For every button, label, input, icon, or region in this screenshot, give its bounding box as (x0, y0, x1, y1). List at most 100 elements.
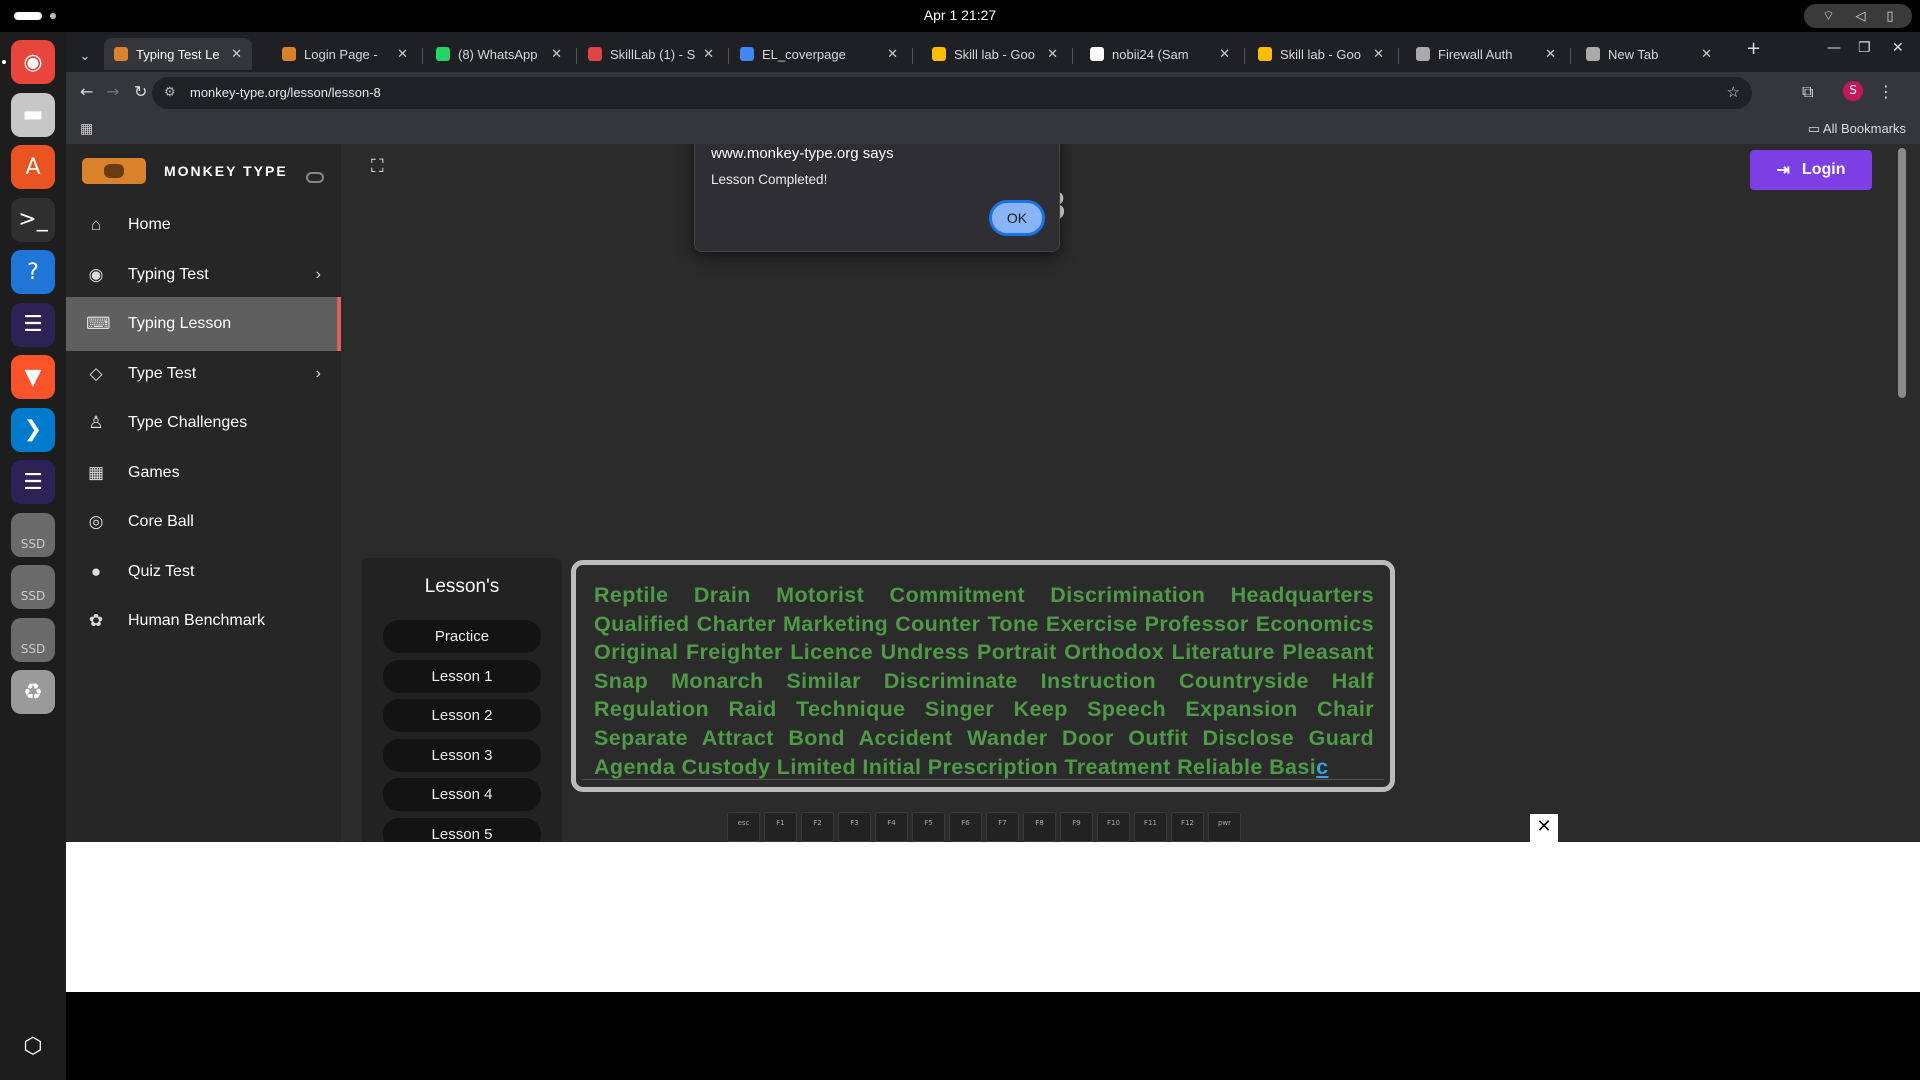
close-tab-icon[interactable]: ✕ (1545, 46, 1556, 62)
lesson-button[interactable]: Lesson 1 (383, 659, 541, 693)
sidebar-item-type-test[interactable]: ◇ Type Test › (66, 347, 341, 401)
menu-kebab-icon[interactable]: ⋮ (1878, 82, 1894, 101)
terminal-icon: >_ (18, 207, 48, 232)
sidebar-item-core-ball[interactable]: ◎ Core Ball (66, 495, 341, 549)
key[interactable]: F10 (1097, 812, 1130, 842)
forward-button[interactable]: → (106, 82, 119, 101)
sidebar-item-games[interactable]: ▦ Games (66, 446, 341, 500)
browser-tab[interactable]: nobii24 (Sam ✕ (1080, 38, 1240, 70)
toggle-icon[interactable] (306, 172, 324, 183)
tab-title: Skill lab - Goo (954, 46, 1035, 62)
key[interactable]: F7 (986, 812, 1019, 842)
browser-tab[interactable]: EL_coverpage ✕ (730, 38, 908, 70)
close-icon[interactable]: ✕ (1530, 814, 1558, 842)
minimize-button[interactable]: — (1827, 40, 1841, 56)
close-tab-icon[interactable]: ✕ (887, 46, 898, 62)
dock-item-files[interactable]: ▬ (11, 92, 55, 137)
bookmark-star-icon[interactable]: ☆ (1727, 83, 1740, 101)
profile-avatar[interactable]: S (1843, 81, 1863, 101)
tab-search-button[interactable]: ⌄ (72, 40, 98, 72)
sidebar-item-type-challenges[interactable]: ♙ Type Challenges (66, 396, 341, 450)
ok-button[interactable]: OK (989, 200, 1045, 236)
sidebar-item-quiz-test[interactable]: ● Quiz Test (66, 545, 341, 599)
key[interactable]: F5 (912, 812, 945, 842)
browser-tab[interactable]: SkillLab (1) - S ✕ (578, 38, 724, 70)
dock-item-app-center[interactable]: A (11, 145, 55, 189)
close-window-button[interactable]: ✕ (1892, 40, 1904, 56)
chrome-icon: ◉ (23, 49, 43, 75)
close-tab-icon[interactable]: ✕ (551, 46, 562, 62)
key[interactable]: F12 (1171, 812, 1204, 842)
tab-title: SkillLab (1) - S (610, 46, 696, 62)
lesson-button[interactable]: Lesson 3 (383, 738, 541, 772)
sidebar-item-label: Games (128, 463, 180, 481)
close-tab-icon[interactable]: ✕ (231, 46, 242, 62)
all-bookmarks[interactable]: ▭ All Bookmarks (1808, 121, 1906, 137)
key[interactable]: F1 (764, 812, 797, 842)
tab-separator (1570, 48, 1571, 64)
key[interactable]: esc (727, 812, 760, 842)
monkey-type-logo[interactable] (82, 158, 146, 184)
dock-item-vscode[interactable]: ❯ (11, 407, 55, 452)
dock-item-ssd-1[interactable]: SSD (11, 512, 55, 557)
dock-item-eclipse-2[interactable]: ☰ (11, 460, 55, 504)
login-button[interactable]: ⇥ Login (1750, 150, 1872, 190)
browser-tab[interactable]: Login Page - ✕ (272, 38, 418, 70)
key[interactable]: pwr (1208, 812, 1241, 842)
dock-item-trash[interactable]: ♻ (11, 670, 55, 714)
sidebar-item-typing-lesson[interactable]: ⌨ Typing Lesson (66, 297, 341, 351)
dock-item-help[interactable]: ? (11, 250, 55, 294)
browser-tab[interactable]: (8) WhatsApp ✕ (426, 38, 572, 70)
dock-item-ssd-3[interactable]: SSD (11, 617, 55, 662)
key[interactable]: F4 (875, 812, 908, 842)
key[interactable]: F9 (1060, 812, 1093, 842)
address-bar[interactable]: ⚙ monkey-type.org/lesson/lesson-8 ☆ (152, 77, 1752, 109)
alert-dialog: www.monkey-type.org says Lesson Complete… (694, 144, 1060, 252)
system-tray[interactable]: ⌔ ◁ ▯ (1804, 4, 1912, 28)
fullscreen-icon[interactable]: ⛶ (371, 156, 391, 177)
browser-tab[interactable]: New Tab ✕ (1576, 38, 1722, 70)
close-tab-icon[interactable]: ✕ (703, 46, 714, 62)
award-icon: ♙ (88, 413, 104, 432)
site-info-icon[interactable]: ⚙ (164, 84, 176, 100)
dock-item-eclipse[interactable]: ☰ (11, 302, 55, 347)
key[interactable]: F6 (949, 812, 982, 842)
key[interactable]: F3 (838, 812, 871, 842)
sidebar-item-typing-test[interactable]: ◉ Typing Test › (66, 248, 341, 302)
apps-grid-icon[interactable]: ▦ (80, 121, 93, 137)
system-clock[interactable]: Apr 1 21:27 (0, 7, 1920, 23)
lesson-button[interactable]: Lesson 2 (383, 699, 541, 732)
close-tab-icon[interactable]: ✕ (1219, 46, 1230, 62)
close-tab-icon[interactable]: ✕ (1373, 46, 1384, 62)
maximize-button[interactable]: ❐ (1858, 40, 1871, 56)
key[interactable]: F11 (1134, 812, 1167, 842)
dock-item-brave[interactable]: ▼ (11, 355, 55, 399)
page-scrollbar[interactable] (1898, 148, 1906, 398)
lesson-button[interactable]: Lesson 4 (383, 778, 541, 811)
key[interactable]: F2 (801, 812, 834, 842)
lessons-heading: Lesson's (424, 576, 500, 597)
lesson-button[interactable]: Practice (383, 620, 541, 653)
tab-separator (1398, 48, 1399, 64)
browser-tab[interactable]: Skill lab - Goo ✕ (1248, 38, 1394, 70)
sidebar-item-human-benchmark[interactable]: ✿ Human Benchmark (66, 594, 341, 648)
back-button[interactable]: ← (80, 82, 93, 101)
dock-item-terminal[interactable]: >_ (11, 197, 55, 242)
browser-tab[interactable]: Firewall Auth ✕ (1406, 38, 1566, 70)
dock-item-ssd-2[interactable]: SSD (11, 565, 55, 609)
browser-tab[interactable]: Skill lab - Goo ✕ (922, 38, 1068, 70)
typing-area[interactable]: Reptile Drain Motorist Commitment Discri… (571, 560, 1395, 792)
drive-icon: SSD (20, 536, 46, 551)
new-tab-button[interactable]: + (1746, 38, 1761, 59)
dock-item-show-apps[interactable]: ⬡ (11, 1024, 55, 1068)
help-icon: ? (27, 259, 39, 285)
key[interactable]: F8 (1023, 812, 1056, 842)
extensions-icon[interactable]: ⧉ (1802, 82, 1813, 102)
close-tab-icon[interactable]: ✕ (1701, 46, 1712, 62)
folder-icon: ▭ (1807, 121, 1821, 136)
reload-button[interactable]: ↻ (134, 82, 147, 101)
close-tab-icon[interactable]: ✕ (397, 46, 408, 62)
close-tab-icon[interactable]: ✕ (1047, 46, 1058, 62)
dock-item-chrome[interactable]: ◉ (11, 40, 55, 84)
browser-tab[interactable]: Typing Test Le ✕ (104, 38, 252, 70)
